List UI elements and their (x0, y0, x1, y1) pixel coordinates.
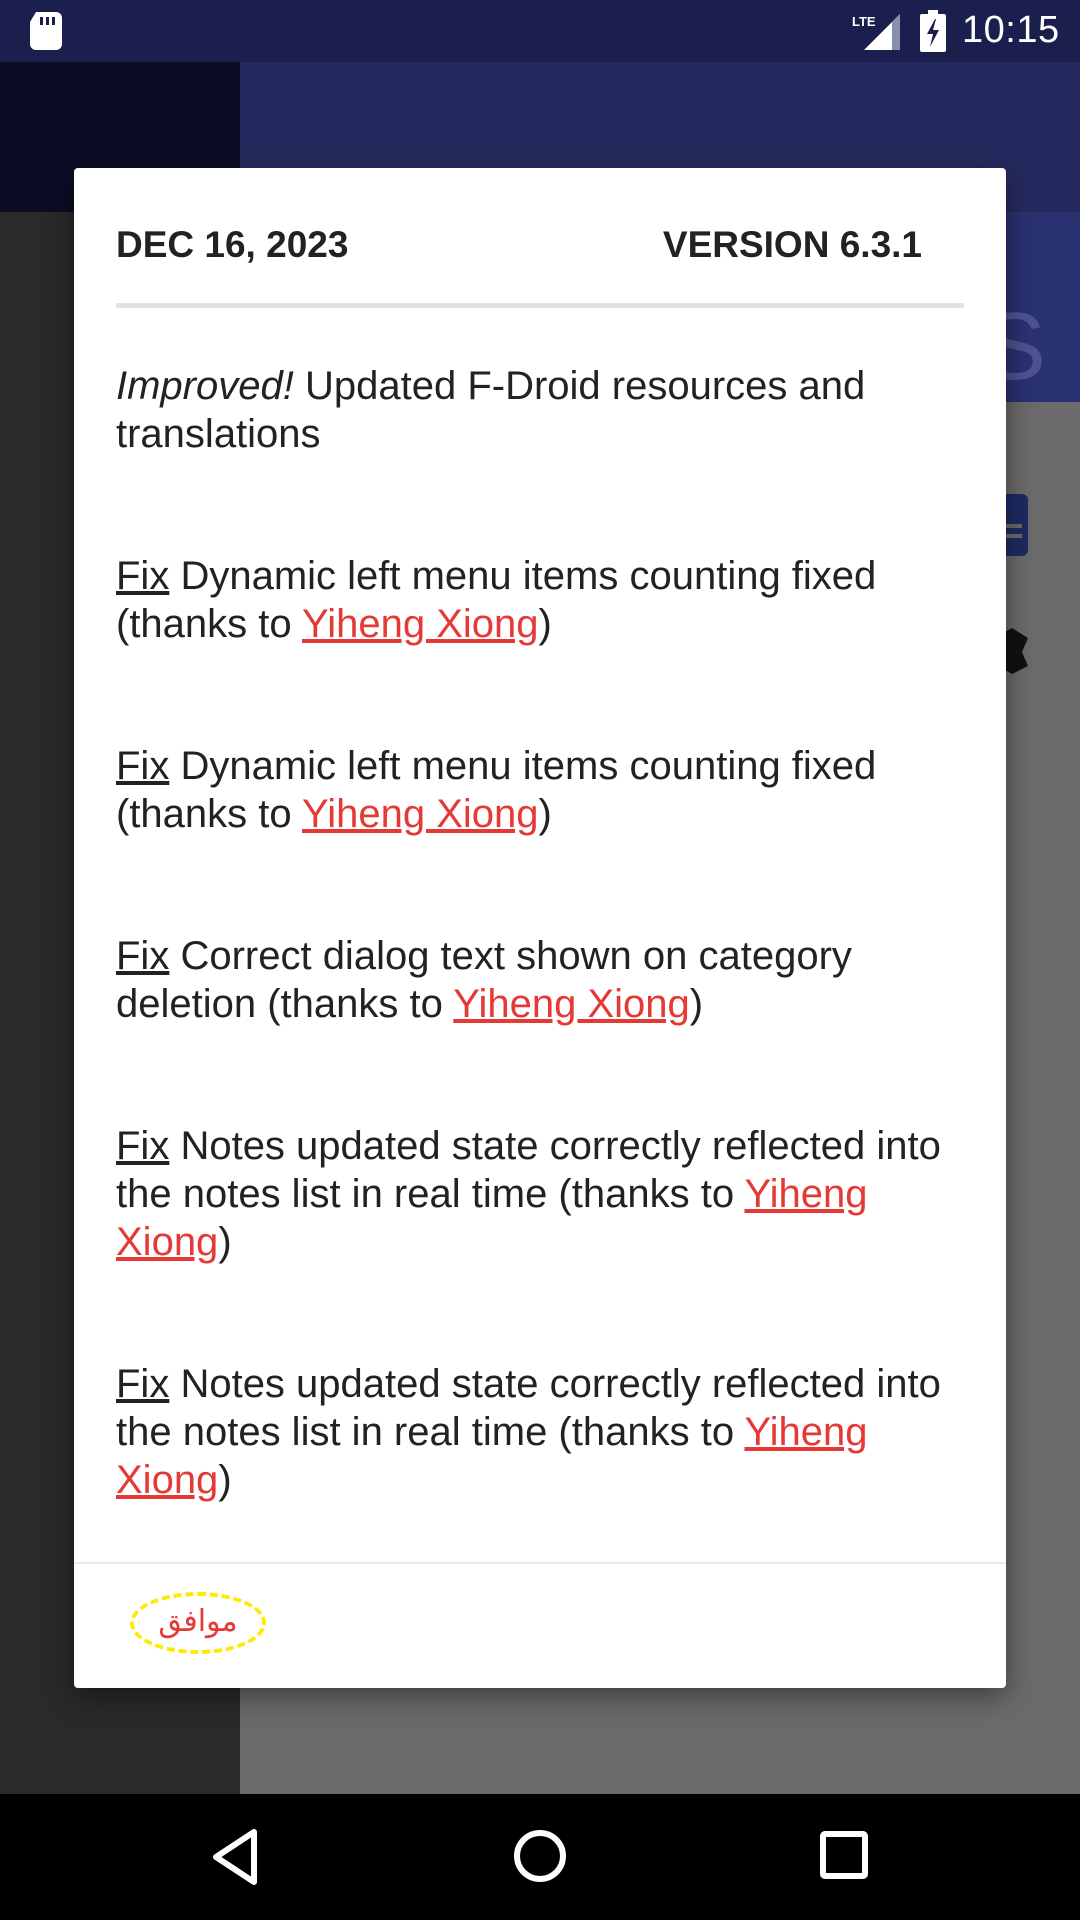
version-label: VERSION 6.3.1 (662, 224, 922, 265)
changelog-item: Fix Notes updated state correctly reflec… (116, 1360, 976, 1504)
back-icon[interactable] (210, 1828, 260, 1886)
status-bar: LTE 10:15 (0, 0, 1080, 62)
item-text-end: ) (538, 602, 552, 646)
dialog-header: DEC 16, 2023 VERSION 6.3.1 (116, 224, 946, 265)
fix-tag: Fix (116, 554, 170, 598)
home-icon[interactable] (512, 1828, 568, 1884)
changelog-item: Fix Correct dialog text shown on categor… (116, 932, 976, 1028)
footer-divider (74, 1562, 1006, 1564)
changelog-item: Improved! Updated F-Droid resources and … (116, 362, 976, 458)
ok-label: موافق (158, 1604, 238, 1639)
item-text-end: ) (218, 1458, 232, 1502)
changelog-item: Fix Dynamic left menu items counting fix… (116, 552, 976, 648)
lte-signal-icon: LTE (852, 14, 900, 50)
fix-tag: Fix (116, 1124, 170, 1168)
clock: 10:15 (962, 9, 1060, 51)
item-text-end: ) (218, 1220, 232, 1264)
header-divider (116, 303, 964, 308)
sd-card-icon (30, 12, 62, 50)
fix-tag: Fix (116, 744, 170, 788)
fix-tag: Fix (116, 934, 170, 978)
improved-tag: Improved! (116, 364, 294, 408)
item-text-end: ) (689, 982, 704, 1026)
contributor-link[interactable]: Yiheng Xiong (302, 602, 538, 646)
changelog-list: Improved! Updated F-Droid resources and … (116, 362, 976, 1504)
navigation-bar (0, 1794, 1080, 1920)
recent-apps-icon[interactable] (820, 1831, 868, 1879)
changelog-item: Fix Dynamic left menu items counting fix… (116, 742, 976, 838)
fix-tag: Fix (116, 1362, 170, 1406)
changelog-item: Fix Notes updated state correctly reflec… (116, 1122, 976, 1266)
changelog-dialog: DEC 16, 2023 VERSION 6.3.1 Improved! Upd… (74, 168, 1006, 1688)
battery-charging-icon (920, 10, 946, 52)
contributor-link[interactable]: Yiheng Xiong (302, 792, 538, 836)
release-date: DEC 16, 2023 (116, 224, 349, 265)
svg-text:LTE: LTE (852, 14, 876, 29)
contributor-link[interactable]: Yiheng Xiong (453, 982, 689, 1026)
ok-button[interactable]: موافق (130, 1592, 270, 1662)
item-text-end: ) (538, 792, 552, 836)
